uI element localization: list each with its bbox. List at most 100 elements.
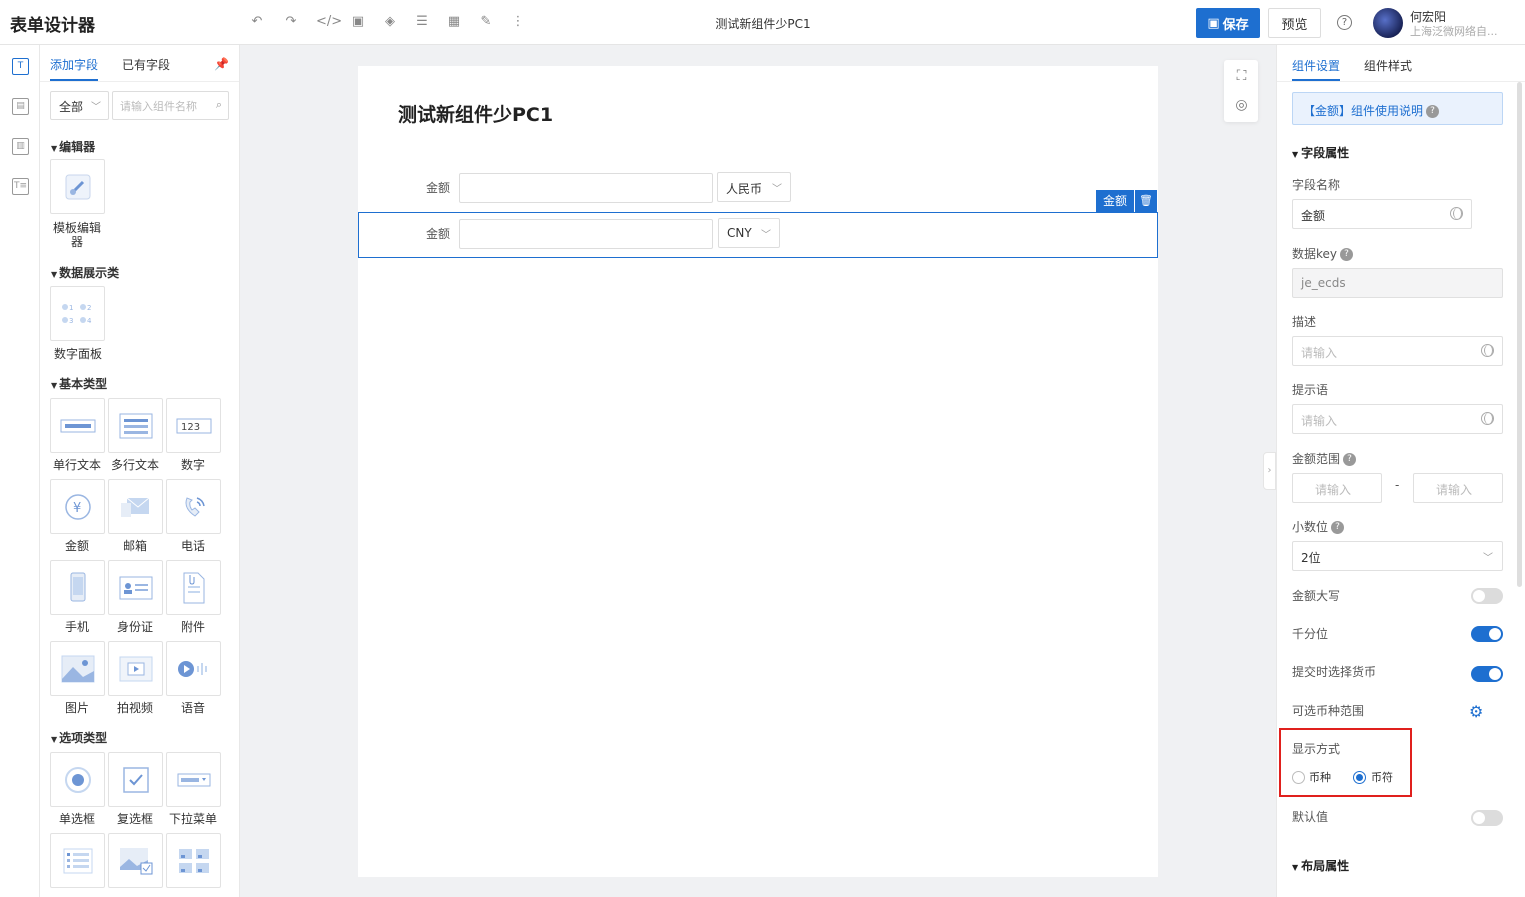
currency-select[interactable]: CNY ﹀ xyxy=(718,218,780,248)
radio-tile[interactable] xyxy=(50,752,105,807)
range-max-input[interactable]: 请输入 xyxy=(1413,473,1503,503)
image-multi-tile[interactable] xyxy=(166,833,221,888)
svg-text:¥: ¥ xyxy=(73,501,81,516)
question-icon: ? xyxy=(1426,105,1440,118)
delete-icon[interactable]: 🗑 xyxy=(1135,190,1157,212)
layout-section-title[interactable]: ▼ 布局属性 xyxy=(1292,857,1349,874)
form-canvas[interactable]: 测试新组件少PC1 金额 人民币 ﹀ 金额 🗑 金额 CNY ﹀ xyxy=(358,66,1158,877)
tab-component-settings[interactable]: 组件设置 xyxy=(1292,57,1340,74)
image-radio-tile[interactable] xyxy=(108,833,163,888)
decimal-select[interactable]: 2位 ﹀ xyxy=(1292,541,1503,571)
layout-icon[interactable]: ⛶ xyxy=(1233,68,1250,85)
field-name-label: 字段名称 xyxy=(1292,178,1341,192)
svg-text:3: 3 xyxy=(69,317,73,325)
question-icon: ? xyxy=(1343,453,1357,466)
svg-text:4: 4 xyxy=(87,317,92,325)
category-option[interactable]: ▼ 选项类型 xyxy=(51,729,107,746)
id-card-tile[interactable] xyxy=(108,560,163,615)
scrollbar[interactable] xyxy=(1517,82,1522,587)
component-search-input[interactable]: 请输入组件名称 ⌕ xyxy=(112,91,229,120)
video-tile[interactable] xyxy=(108,641,163,696)
tab-add-field[interactable]: 添加字段 xyxy=(50,56,98,73)
amount-tile[interactable]: ¥ xyxy=(50,479,105,534)
hint-input[interactable]: 请输入 xyxy=(1292,404,1503,434)
image-label: 图片 xyxy=(64,701,89,715)
single-text-tile[interactable] xyxy=(50,398,105,453)
collapse-panel-handle[interactable]: › xyxy=(1263,452,1276,490)
mobile-tile[interactable] xyxy=(50,560,105,615)
tab-component-style[interactable]: 组件样式 xyxy=(1364,57,1412,74)
email-tile[interactable] xyxy=(108,479,163,534)
palette-icon[interactable]: ◎ xyxy=(1233,97,1250,114)
globe-icon[interactable] xyxy=(1450,207,1463,220)
single-text-icon xyxy=(60,419,95,432)
desc-input[interactable]: 请输入 xyxy=(1292,336,1503,366)
app-title: 表单设计器 xyxy=(10,16,95,36)
category-filter[interactable]: 全部 ﹀ xyxy=(50,91,109,120)
number-panel-tile[interactable]: 1 2 3 4 xyxy=(50,286,105,341)
category-display[interactable]: ▼ 数据展示类 xyxy=(51,264,119,281)
template-editor-tile[interactable] xyxy=(50,159,105,214)
redo-icon[interactable]: ↷ xyxy=(282,13,300,31)
radio-currency-code[interactable] xyxy=(1292,771,1305,784)
avatar[interactable] xyxy=(1373,8,1403,38)
canvas-toolbar: ⛶ ◎ xyxy=(1224,60,1258,122)
attachment-tile[interactable] xyxy=(166,560,221,615)
question-icon: ? xyxy=(1340,248,1354,261)
field-section-title[interactable]: ▼ 字段属性 xyxy=(1292,144,1349,161)
thousands-toggle[interactable] xyxy=(1471,626,1503,642)
pin-icon[interactable]: 📌 xyxy=(214,57,229,71)
save-button[interactable]: ▣ 保存 xyxy=(1196,8,1260,38)
attachment-label: 附件 xyxy=(180,620,205,634)
tab-existing-field[interactable]: 已有字段 xyxy=(122,56,170,73)
globe-icon[interactable] xyxy=(1481,412,1494,425)
database-icon[interactable]: ☰ xyxy=(413,13,431,31)
usage-notice[interactable]: 【金额】组件使用说明? xyxy=(1292,92,1503,125)
gear-icon[interactable]: ⚙ xyxy=(1469,702,1483,721)
more-icon[interactable]: ⋮ xyxy=(509,13,527,31)
range-min-input[interactable]: 请输入 xyxy=(1292,473,1382,503)
number-panel-label: 数字面板 xyxy=(53,347,102,361)
currency-select[interactable]: 人民币 ﹀ xyxy=(717,172,791,202)
field-tab-icon[interactable]: T xyxy=(12,58,29,75)
range-separator: - xyxy=(1395,478,1400,492)
code-icon[interactable]: </> xyxy=(316,13,342,31)
default-toggle[interactable] xyxy=(1471,810,1503,826)
highlight-box xyxy=(1279,728,1412,797)
amount-input[interactable] xyxy=(459,219,713,249)
preview-button[interactable]: 预览 xyxy=(1268,8,1321,38)
dropdown-tile[interactable] xyxy=(166,752,221,807)
amount-input[interactable] xyxy=(459,173,713,203)
number-tile[interactable]: 123 xyxy=(166,398,221,453)
checkbox-label: 复选框 xyxy=(116,812,153,826)
multi-text-label: 多行文本 xyxy=(110,458,159,472)
cascade-tile[interactable] xyxy=(50,833,105,888)
range-label: 金额范围? xyxy=(1292,450,1357,467)
category-basic[interactable]: ▼ 基本类型 xyxy=(51,375,107,392)
checkbox-icon xyxy=(122,766,149,793)
chart-tab-icon[interactable]: ▥ xyxy=(12,138,29,155)
undo-icon[interactable]: ↶ xyxy=(248,13,266,31)
multi-text-tile[interactable] xyxy=(108,398,163,453)
globe-icon[interactable] xyxy=(1481,344,1494,357)
currency-range-label: 可选币种范围 xyxy=(1292,704,1365,718)
help-icon[interactable]: ? xyxy=(1337,15,1352,30)
layout-tab-icon[interactable]: ▤ xyxy=(12,98,29,115)
text-tab-icon[interactable]: T≡ xyxy=(12,178,29,195)
choose-currency-toggle[interactable] xyxy=(1471,666,1503,682)
phone-tile[interactable] xyxy=(166,479,221,534)
dropdown-icon xyxy=(177,773,210,786)
voice-tile[interactable] xyxy=(166,641,221,696)
uppercase-toggle[interactable] xyxy=(1471,588,1503,604)
layers-icon[interactable]: ◈ xyxy=(381,13,399,31)
divider xyxy=(1277,81,1525,82)
edit-icon[interactable]: ✎ xyxy=(477,13,495,31)
divider xyxy=(40,81,239,82)
radio-currency-symbol[interactable] xyxy=(1353,771,1366,784)
image-tile[interactable] xyxy=(50,641,105,696)
chart-icon[interactable]: ▦ xyxy=(445,13,463,31)
category-editor[interactable]: ▼ 编辑器 xyxy=(51,138,95,155)
image-icon[interactable]: ▣ xyxy=(349,13,367,31)
field-name-input[interactable]: 金额 xyxy=(1292,199,1472,229)
checkbox-tile[interactable] xyxy=(108,752,163,807)
